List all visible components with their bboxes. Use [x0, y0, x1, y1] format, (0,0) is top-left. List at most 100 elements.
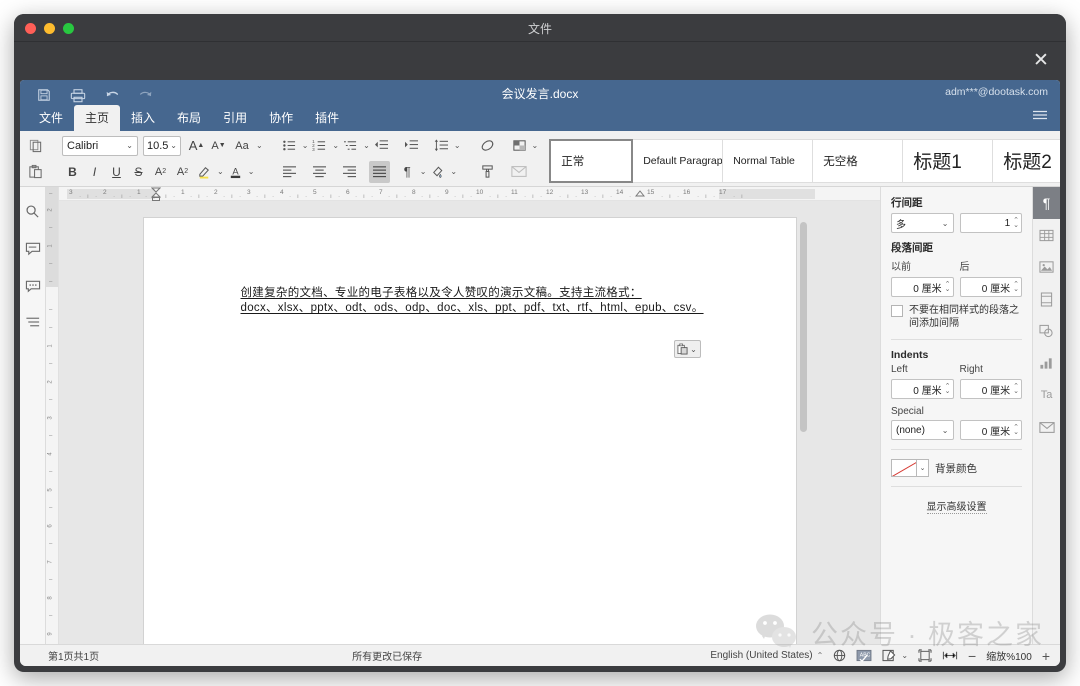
- document-page[interactable]: 创建复杂的文档、专业的电子表格以及令人赞叹的演示文稿。支持主流格式： docx、…: [144, 218, 796, 644]
- search-icon[interactable]: [23, 201, 43, 221]
- right-indent-marker[interactable]: [635, 187, 644, 201]
- tab-file[interactable]: 文件: [28, 105, 74, 131]
- indent-right-input[interactable]: 0 厘米 ⌃⌄: [960, 379, 1023, 399]
- tab-home[interactable]: 主页: [74, 105, 120, 131]
- bold-icon[interactable]: B: [62, 161, 83, 183]
- stepper-icon[interactable]: ⌃⌄: [1013, 425, 1019, 435]
- font-color-icon[interactable]: A: [225, 161, 246, 183]
- tab-collaboration[interactable]: 协作: [258, 105, 304, 131]
- stepper-icon[interactable]: ⌃⌄: [1013, 384, 1019, 394]
- outline-icon[interactable]: [23, 312, 43, 332]
- decrease-indent-icon[interactable]: [371, 135, 392, 157]
- show-formatting-marks-icon[interactable]: ¶: [397, 161, 418, 183]
- shape-settings-icon[interactable]: [1033, 315, 1061, 347]
- vertical-scrollbar[interactable]: [800, 222, 807, 432]
- font-family-select[interactable]: Calibri ⌄: [62, 136, 138, 156]
- tab-plugins[interactable]: 插件: [304, 105, 350, 131]
- scroll-area[interactable]: 创建复杂的文档、专业的电子表格以及令人赞叹的演示文稿。支持主流格式： docx、…: [59, 201, 880, 644]
- fit-width-icon[interactable]: [942, 650, 958, 661]
- line-spacing-mode-select[interactable]: 多 ⌄: [891, 213, 954, 233]
- comment-icon[interactable]: [23, 238, 43, 258]
- style-normal-table[interactable]: Normal Table: [723, 139, 813, 183]
- paste-icon[interactable]: [25, 161, 46, 183]
- chevron-down-icon[interactable]: ⌄: [420, 167, 427, 176]
- indent-marker[interactable]: [151, 187, 160, 201]
- format-painter-icon[interactable]: [477, 161, 498, 183]
- chevron-down-icon[interactable]: ⌄: [363, 141, 370, 150]
- chevron-down-icon[interactable]: ⌄: [332, 141, 339, 150]
- account-label[interactable]: adm***@dootask.com: [945, 86, 1048, 98]
- align-right-icon[interactable]: [339, 161, 360, 183]
- strikethrough-icon[interactable]: S: [128, 161, 149, 183]
- chart-settings-icon[interactable]: [1033, 347, 1061, 379]
- zoom-out-button[interactable]: −: [968, 651, 976, 661]
- style-default-paragraph[interactable]: Default Paragraph: [633, 139, 723, 183]
- globe-icon[interactable]: [833, 649, 846, 662]
- superscript-icon[interactable]: A2: [150, 161, 171, 183]
- chevron-down-icon[interactable]: ⌄: [454, 141, 461, 150]
- chevron-down-icon[interactable]: ⌄: [901, 651, 908, 660]
- subscript-icon[interactable]: A2: [172, 161, 193, 183]
- track-changes-icon[interactable]: [882, 649, 897, 662]
- chevron-down-icon[interactable]: ⌄: [256, 141, 263, 150]
- menu-icon[interactable]: [1032, 109, 1048, 121]
- clear-style-icon[interactable]: [477, 135, 498, 157]
- spell-check-icon[interactable]: ABC: [856, 649, 872, 662]
- horizontal-ruler[interactable]: 3 ·ı· 2 ·ı· 1 · ı· 1 ·ı· 2 ·ı· 3 ·ı·: [59, 187, 880, 201]
- background-color-row[interactable]: ⌄ 背景颜色: [891, 459, 1022, 477]
- chevron-down-icon[interactable]: ⌄: [917, 459, 929, 477]
- spacing-after-input[interactable]: 0 厘米 ⌃⌄: [960, 277, 1023, 297]
- change-case-icon[interactable]: Aa: [230, 135, 254, 157]
- tab-insert[interactable]: 插入: [120, 105, 166, 131]
- language-label[interactable]: English (United States): [710, 650, 812, 661]
- shading-icon[interactable]: [427, 161, 448, 183]
- tab-layout[interactable]: 布局: [166, 105, 212, 131]
- line-spacing-icon[interactable]: [431, 135, 452, 157]
- style-normal[interactable]: 正常: [549, 139, 633, 183]
- increase-font-size-icon[interactable]: A▲: [186, 135, 207, 157]
- chevron-down-icon[interactable]: ⌄: [302, 141, 309, 150]
- spacing-before-input[interactable]: 0 厘米 ⌃⌄: [891, 277, 954, 297]
- no-space-same-style-row[interactable]: 不要在相同样式的段落之间添加间隔: [891, 304, 1022, 330]
- align-center-icon[interactable]: [309, 161, 330, 183]
- stepper-icon[interactable]: ⌃⌄: [1013, 218, 1019, 228]
- paste-options-button[interactable]: ⌄: [674, 340, 701, 358]
- style-heading-2[interactable]: 标题2: [993, 139, 1060, 183]
- vertical-ruler[interactable]: – 2 – 1 – – – – 1 – 2 – 3 – 4 – 5 – 6 –: [46, 187, 59, 644]
- header-footer-settings-icon[interactable]: [1033, 283, 1061, 315]
- page-color-icon[interactable]: [509, 135, 530, 157]
- increase-indent-icon[interactable]: [401, 135, 422, 157]
- stepper-icon[interactable]: ⌃⌄: [1013, 282, 1019, 292]
- text-art-settings-icon[interactable]: Ta: [1033, 379, 1061, 411]
- indent-left-input[interactable]: 0 厘米 ⌃⌄: [891, 379, 954, 399]
- document-paragraph[interactable]: 创建复杂的文档、专业的电子表格以及令人赞叹的演示文稿。支持主流格式： docx、…: [241, 286, 748, 316]
- underline-icon[interactable]: U: [106, 161, 127, 183]
- chevron-down-icon[interactable]: ⌄: [450, 167, 457, 176]
- chevron-down-icon[interactable]: ⌄: [532, 141, 539, 150]
- numbering-icon[interactable]: 123: [309, 135, 330, 157]
- show-advanced-settings-link[interactable]: 显示高级设置: [927, 498, 987, 514]
- close-icon[interactable]: ✕: [1030, 50, 1052, 72]
- background-color-swatch[interactable]: [891, 459, 917, 477]
- tab-references[interactable]: 引用: [212, 105, 258, 131]
- chevron-down-icon[interactable]: ⌄: [248, 167, 255, 176]
- multilevel-list-icon[interactable]: [340, 135, 361, 157]
- bullets-icon[interactable]: [279, 135, 300, 157]
- image-settings-icon[interactable]: [1033, 251, 1061, 283]
- style-no-spacing[interactable]: 无空格: [813, 139, 903, 183]
- align-justify-icon[interactable]: [369, 161, 390, 183]
- stepper-icon[interactable]: ⌃⌄: [945, 384, 951, 394]
- mail-merge-icon[interactable]: [1033, 411, 1061, 443]
- align-left-icon[interactable]: [279, 161, 300, 183]
- highlight-color-icon[interactable]: [194, 161, 215, 183]
- special-indent-select[interactable]: (none) ⌄: [891, 420, 954, 440]
- font-size-select[interactable]: 10.5 ⌄: [143, 136, 181, 156]
- italic-icon[interactable]: I: [84, 161, 105, 183]
- chevron-up-icon[interactable]: ⌃: [817, 651, 824, 660]
- no-space-checkbox[interactable]: [891, 305, 903, 317]
- table-settings-icon[interactable]: [1033, 219, 1061, 251]
- line-spacing-value-input[interactable]: 1 ⌃⌄: [960, 213, 1023, 233]
- copy-icon[interactable]: [25, 135, 46, 157]
- decrease-font-size-icon[interactable]: A▼: [208, 135, 229, 157]
- fit-page-icon[interactable]: [918, 649, 932, 662]
